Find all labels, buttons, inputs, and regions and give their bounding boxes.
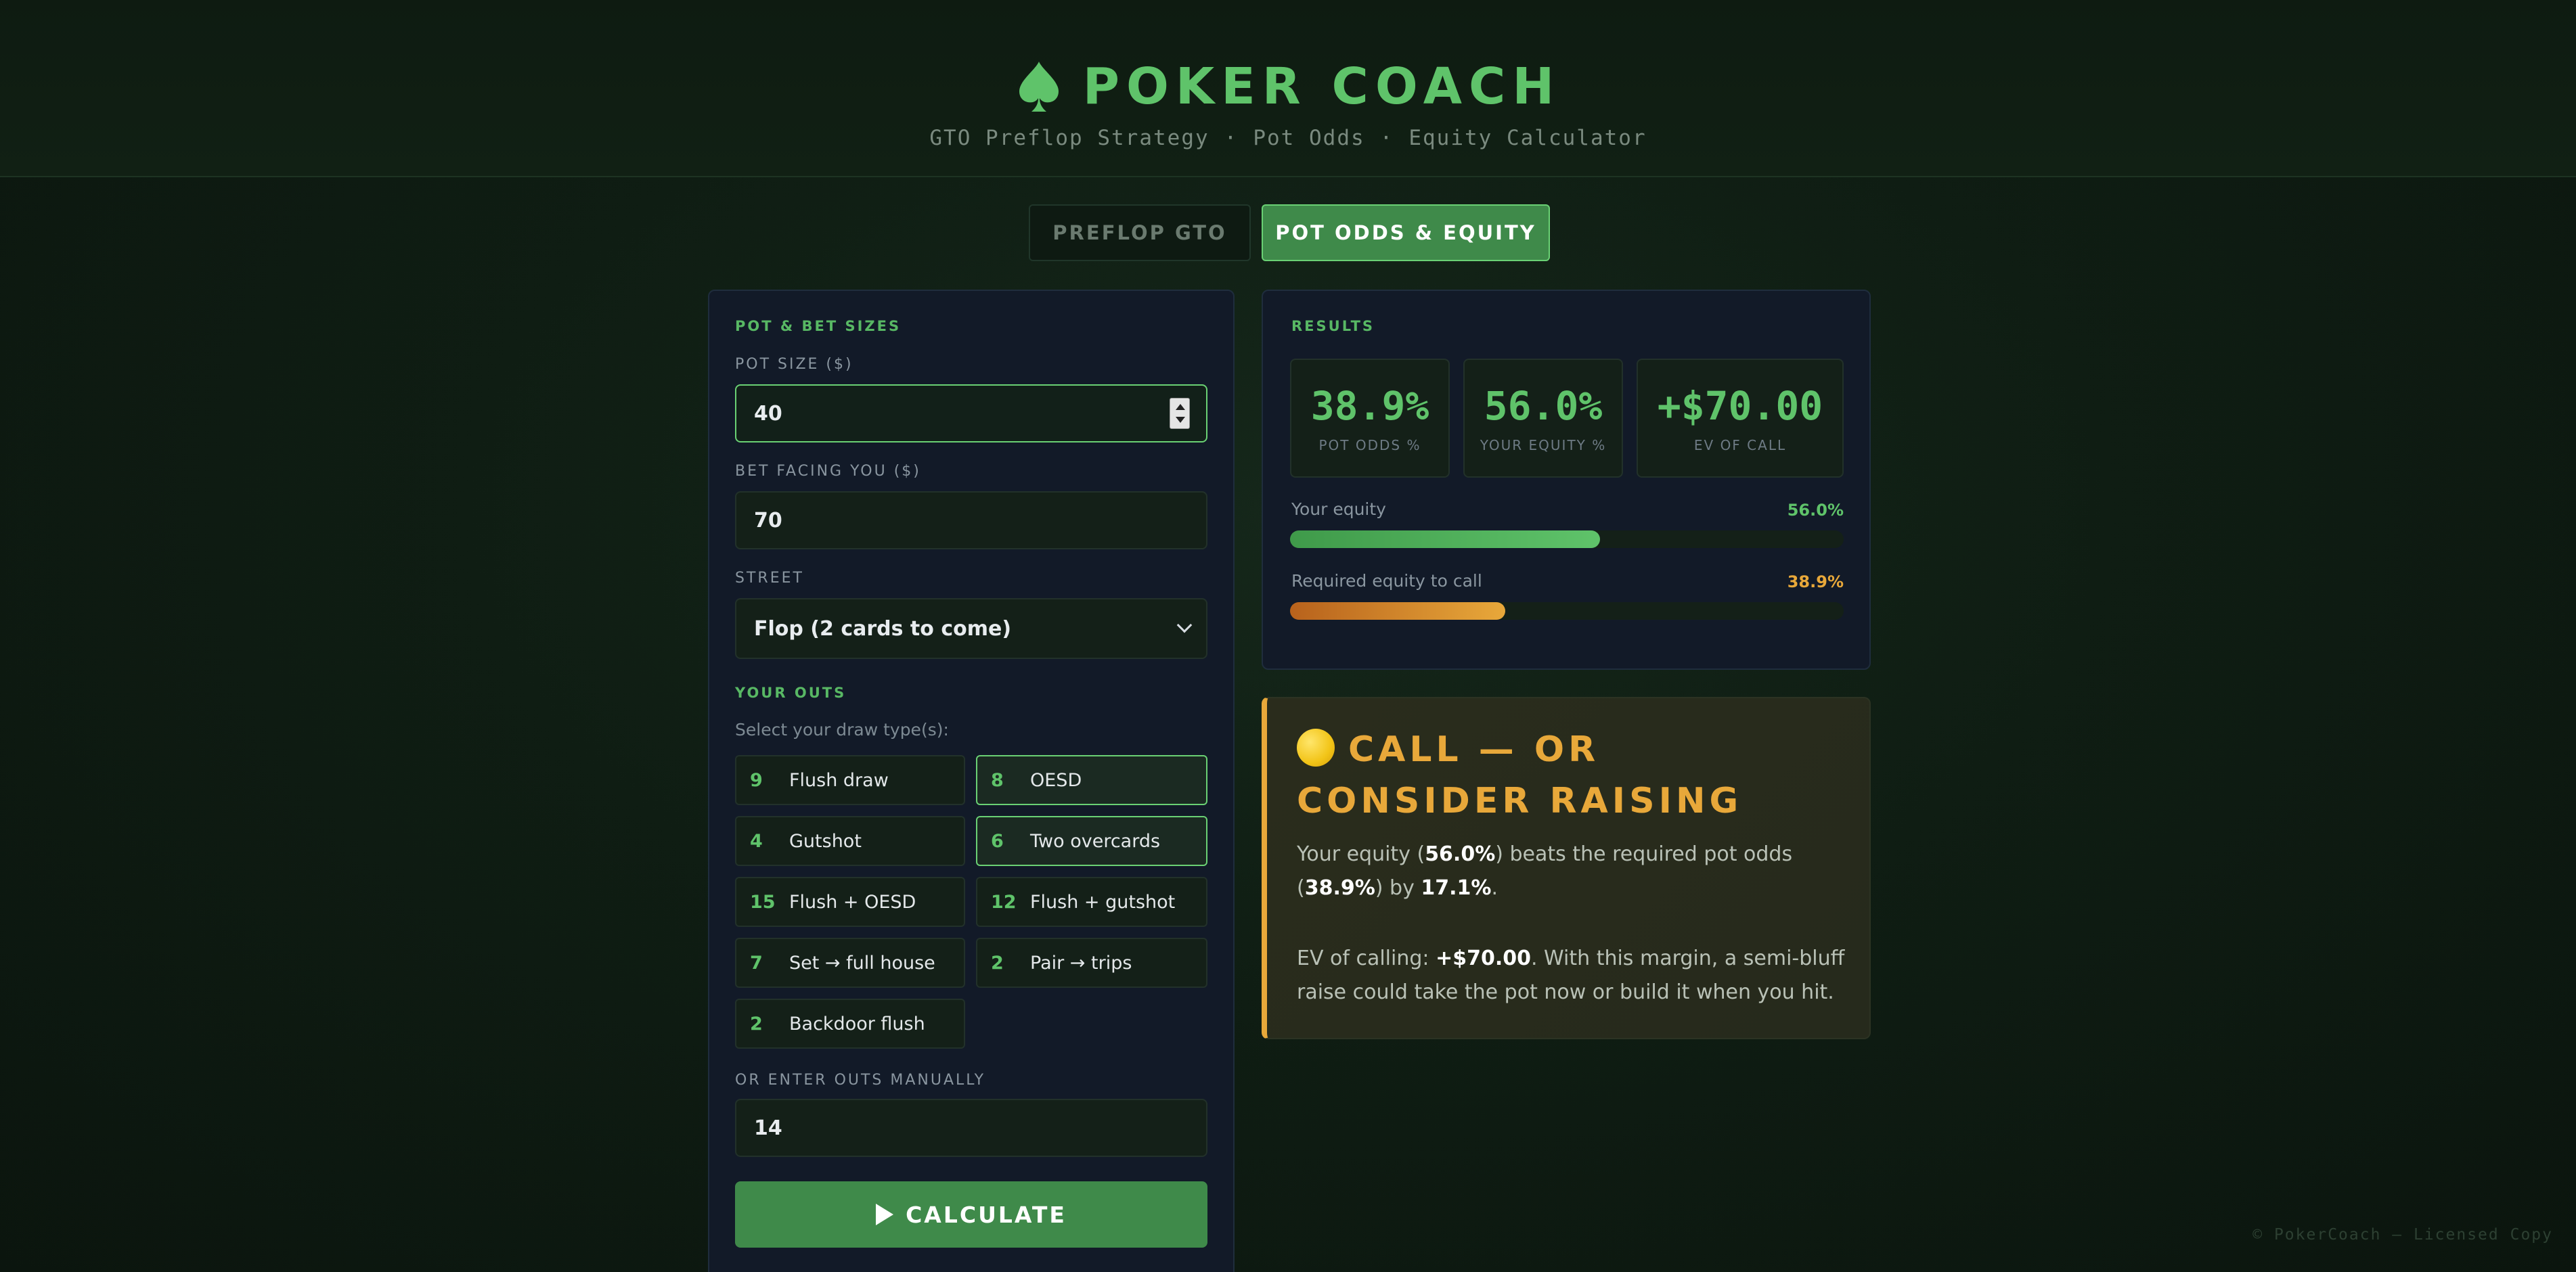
out-label: Two overcards [1030,830,1161,852]
manual-outs-label: OR ENTER OUTS MANUALLY [735,1072,986,1089]
verdict-odds: 38.9% [1304,876,1375,900]
stat-label: EV OF CALL [1693,437,1787,453]
stat-ev-of-call: +$70.00 EV OF CALL [1637,359,1844,478]
out-label: Flush draw [789,769,889,791]
equity-bar-label: Your equity [1291,499,1386,519]
out-option-pair-trips[interactable]: 2 Pair → trips [976,938,1207,988]
manual-outs-value: 14 [754,1116,782,1140]
out-count: 12 [991,891,1017,913]
required-bar-label: Required equity to call [1291,571,1482,591]
out-option-flush-oesd[interactable]: 15 Flush + OESD [735,877,965,927]
out-option-set-full-house[interactable]: 7 Set → full house [735,938,965,988]
subtitle-item: Equity Calculator [1408,126,1647,150]
license-footer: © PokerCoach — Licensed Copy [2252,1226,2553,1244]
required-bar-value: 38.9% [1787,572,1844,591]
verdict-equity: 56.0% [1425,842,1496,866]
app-header: POKER COACH GTO Preflop Strategy · Pot Odd… [0,0,2576,177]
manual-outs-input[interactable]: 14 [735,1099,1207,1157]
stat-value: 38.9% [1310,383,1429,429]
app-subtitle: GTO Preflop Strategy · Pot Odds · Equity Cal… [0,126,2576,150]
out-label: Flush + gutshot [1030,891,1176,913]
out-count: 2 [750,1013,763,1035]
stat-label: POT ODDS % [1318,437,1421,453]
street-value: Flop (2 cards to come) [754,616,1012,641]
stat-value: 56.0% [1484,383,1603,429]
out-count: 9 [750,769,763,791]
required-bar-track [1290,602,1844,620]
play-icon [876,1204,894,1225]
subtitle-item: GTO Preflop Strategy [929,126,1209,150]
bet-facing-input[interactable]: 70 [735,491,1207,549]
brand: POKER COACH [0,53,2576,120]
app-title: POKER COACH [1082,58,1561,116]
out-option-flush-draw[interactable]: 9 Flush draw [735,755,965,805]
out-label: Pair → trips [1030,952,1132,974]
out-label: Set → full house [789,952,935,974]
out-count: 6 [991,830,1004,852]
pot-size-label: POT SIZE ($) [735,356,853,373]
out-label: OESD [1030,769,1082,791]
out-label: Gutshot [789,830,862,852]
section-title-pot-bet: POT & BET SIZES [735,318,902,334]
out-count: 2 [991,952,1004,974]
equity-bar-fill [1290,530,1601,548]
verdict-title-text: CALL — OR CONSIDER RAISING [1297,729,1743,821]
out-option-two-overcards[interactable]: 6 Two overcards [976,816,1207,866]
out-option-flush-gutshot[interactable]: 12 Flush + gutshot [976,877,1207,927]
stat-pot-odds: 38.9% POT ODDS % [1290,359,1450,478]
street-label: STREET [735,570,804,587]
subtitle-separator: · [1224,126,1239,150]
out-option-gutshot[interactable]: 4 Gutshot [735,816,965,866]
equity-bar-track [1290,530,1844,548]
verdict-title: CALL — OR CONSIDER RAISING [1297,724,1838,827]
section-title-results: RESULTS [1291,318,1375,334]
stat-value: +$70.00 [1657,383,1823,429]
calculate-label: CALCULATE [906,1201,1067,1228]
section-title-outs: YOUR OUTS [735,685,847,701]
stat-your-equity: 56.0% YOUR EQUITY % [1463,359,1623,478]
verdict-text-part: . [1491,876,1498,900]
required-bar-fill [1290,602,1506,620]
outs-hint: Select your draw type(s): [735,720,949,740]
street-select[interactable]: Flop (2 cards to come) [735,598,1207,659]
pot-size-input[interactable]: 40 [735,384,1207,442]
calculate-button[interactable]: CALCULATE [735,1181,1207,1248]
out-count: 8 [991,769,1004,791]
out-option-oesd[interactable]: 8 OESD [976,755,1207,805]
verdict-card: CALL — OR CONSIDER RAISING Your equity (… [1262,697,1871,1039]
stat-label: YOUR EQUITY % [1480,437,1607,453]
subtitle-item: Pot Odds [1253,126,1365,150]
equity-bar-value: 56.0% [1787,501,1844,520]
spade-icon [1019,62,1059,112]
tab-pot-odds-equity[interactable]: POT ODDS & EQUITY [1262,204,1550,261]
out-label: Backdoor flush [789,1013,925,1035]
verdict-text-part: EV of calling: [1297,947,1436,970]
tab-preflop-gto[interactable]: PREFLOP GTO [1029,204,1251,261]
bet-facing-value: 70 [754,508,782,532]
out-option-backdoor-flush[interactable]: 2 Backdoor flush [735,999,965,1049]
out-label: Flush + OESD [789,891,916,913]
verdict-ev: EV of calling: +$70.00. With this margin… [1297,942,1852,1009]
yellow-circle-icon [1297,729,1335,767]
bet-facing-label: BET FACING YOU ($) [735,463,921,480]
verdict-text-part: ) by [1375,876,1421,900]
out-count: 15 [750,891,776,913]
verdict-text-part: Your equity ( [1297,842,1425,866]
chevron-down-icon [1176,617,1193,633]
pot-size-value: 40 [754,401,782,426]
number-spinner[interactable] [1170,398,1190,429]
verdict-ev-value: +$70.00 [1436,947,1531,970]
out-count: 4 [750,830,763,852]
verdict-margin: 17.1% [1421,876,1492,900]
subtitle-separator: · [1379,126,1394,150]
verdict-explanation: Your equity (56.0%) beats the required p… [1297,838,1852,905]
out-count: 7 [750,952,763,974]
